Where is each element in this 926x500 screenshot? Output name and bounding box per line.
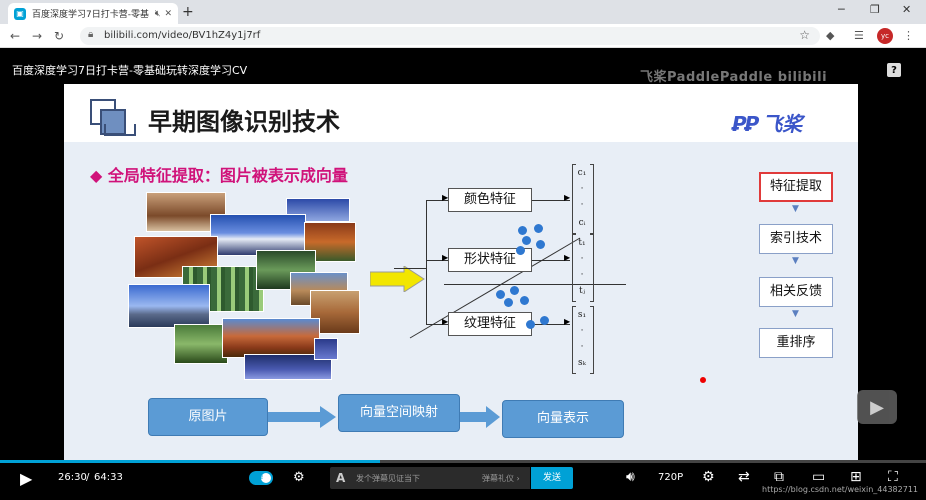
feature-dot xyxy=(518,226,527,235)
process-vector-space-mapping: 向量空间映射 xyxy=(338,394,460,432)
feature-box-color: 颜色特征 xyxy=(448,188,532,212)
feature-dot xyxy=(496,290,505,299)
minimize-icon[interactable]: ─ xyxy=(838,3,845,16)
time-current: 26:30 xyxy=(58,472,87,483)
time-separator: / xyxy=(86,472,90,483)
reload-icon[interactable]: ↻ xyxy=(54,29,64,43)
window-close-icon[interactable]: ✕ xyxy=(902,3,911,16)
process-original-image: 原图片 xyxy=(148,398,268,436)
arrow-head-icon: ▶ xyxy=(442,253,449,262)
reading-list-icon[interactable]: ☰ xyxy=(854,29,864,42)
maximize-icon[interactable]: ❐ xyxy=(870,3,880,16)
feature-box-texture: 纹理特征 xyxy=(448,312,532,336)
forward-icon[interactable]: → xyxy=(32,29,42,43)
laser-pointer-dot xyxy=(700,377,706,383)
arrow-head-icon: ▶ xyxy=(442,193,449,202)
csdn-watermark: https://blog.csdn.net/weixin_44382711 xyxy=(762,485,919,494)
feature-dot xyxy=(510,286,519,295)
help-icon[interactable]: ? xyxy=(887,63,901,77)
video-watermark: 飞桨PaddlePaddle bilibili xyxy=(640,70,828,85)
flow-step-reranking: 重排序 xyxy=(759,328,833,358)
new-tab-button[interactable]: + xyxy=(182,4,194,20)
slide-bullet: ◆ 全局特征提取：图片被表示成向量 xyxy=(90,166,348,185)
settings-gear-icon[interactable]: ⚙ xyxy=(702,469,715,485)
feature-dot xyxy=(522,236,531,245)
process-arrow-icon xyxy=(268,406,336,428)
vector-t-mid2: · xyxy=(580,270,584,280)
vector-t-mid: · xyxy=(580,254,584,264)
danmaku-settings-icon[interactable]: ⚙ xyxy=(293,470,305,485)
quality-selector[interactable]: 720P xyxy=(658,472,683,483)
feature-dot xyxy=(516,246,525,255)
lock-icon: 🔒︎ xyxy=(88,29,94,40)
bilibili-favicon-icon: ▣ xyxy=(14,7,26,20)
vector-s-mid2: · xyxy=(580,342,584,352)
bookmark-star-icon[interactable]: ☆ xyxy=(799,28,810,42)
player-controls: ▶ 26:30 / 64:33 弹 ⚙ 发个弹幕见证当下 A 弹幕礼仪 › 发送… xyxy=(0,463,926,500)
arrow-head-icon: ▶ xyxy=(442,317,449,326)
feature-dot xyxy=(536,240,545,249)
flow-step-relevance-feedback: 相关反馈 xyxy=(759,277,833,307)
tab-mute-icon[interactable]: 🔇︎ xyxy=(155,9,161,19)
tab-close-icon[interactable]: ✕ xyxy=(164,9,172,19)
vector-t-top: t₁ xyxy=(578,238,586,248)
slide-title: 早期图像识别技术 xyxy=(148,108,340,136)
feature-dot xyxy=(504,298,513,307)
slide-header: 早期图像识别技术 ꝐꝐ 飞桨 xyxy=(64,84,858,142)
url-text: bilibili.com/video/BV1hZ4y1j7rf xyxy=(104,30,261,41)
process-vector-representation: 向量表示 xyxy=(502,400,624,438)
feature-dot xyxy=(534,224,543,233)
flow-arrow-icon: ▼ xyxy=(792,309,799,319)
photo-night-sky xyxy=(314,338,338,360)
feature-dot xyxy=(520,296,529,305)
address-bar: ← → ↻ 🔒︎ bilibili.com/video/BV1hZ4y1j7rf… xyxy=(0,24,926,48)
browser-tab-bar: ▣ 百度深度学习7日打卡营-零基 🔇︎ ✕ + ─ ❐ ✕ xyxy=(0,0,926,24)
feature-dot xyxy=(526,320,535,329)
flow-step-indexing: 索引技术 xyxy=(759,224,833,254)
vector-s-mid: · xyxy=(580,326,584,336)
tab-title: 百度深度学习7日打卡营-零基 xyxy=(32,10,149,20)
send-danmaku-button[interactable]: 发送 xyxy=(531,467,573,489)
menu-icon[interactable]: ⋮ xyxy=(903,29,914,42)
loop-icon[interactable]: ⇄ xyxy=(738,469,750,485)
presentation-slide: 早期图像识别技术 ꝐꝐ 飞桨 ◆ 全局特征提取：图片被表示成向量 颜色特征 形状… xyxy=(64,84,858,460)
play-icon[interactable]: ▶ xyxy=(20,469,32,488)
vector-c-mid: · xyxy=(580,184,584,194)
vector-s-bottom: sₖ xyxy=(578,358,586,368)
video-title: 百度深度学习7日打卡营-零基础玩转深度学习CV xyxy=(12,64,248,77)
vector-s-top: s₁ xyxy=(577,310,587,320)
danmaku-style-icon[interactable]: A xyxy=(336,471,345,485)
flow-arrow-icon: ▼ xyxy=(792,204,799,214)
vector-c-mid2: · xyxy=(580,200,584,210)
paddle-logo: ꝐꝐ 飞桨 xyxy=(732,112,803,136)
feature-dot xyxy=(540,316,549,325)
volume-icon[interactable]: 🔊︎ xyxy=(626,469,635,485)
fullscreen-icon[interactable]: ⛶ xyxy=(888,469,898,485)
vector-t-bottom: tⱼ xyxy=(579,286,585,296)
extension-icon[interactable]: ◆ xyxy=(826,29,834,42)
danmaku-toggle-label: 弹 xyxy=(256,473,263,481)
web-fullscreen-icon[interactable]: ⊞ xyxy=(850,469,862,485)
pip-icon[interactable]: ⧉ xyxy=(774,469,784,485)
photo-blue-mountain xyxy=(128,284,210,328)
back-icon[interactable]: ← xyxy=(10,29,20,43)
time-total: 64:33 xyxy=(94,472,123,483)
url-field[interactable]: 🔒︎ bilibili.com/video/BV1hZ4y1j7rf ☆ xyxy=(80,27,820,45)
widescreen-icon[interactable]: ▭ xyxy=(812,469,825,485)
vector-c-bottom: cᵢ xyxy=(578,218,586,228)
side-play-icon[interactable]: ▶ xyxy=(857,390,897,424)
flow-step-feature-extraction: 特征提取 xyxy=(759,172,833,202)
flow-arrow-icon: ▼ xyxy=(792,256,799,266)
photo-meadow xyxy=(174,324,228,364)
process-arrow-icon xyxy=(460,406,500,428)
browser-tab[interactable]: ▣ 百度深度学习7日打卡营-零基 🔇︎ ✕ xyxy=(8,3,178,24)
profile-avatar[interactable]: yc xyxy=(877,28,893,44)
photo-autumn-valley xyxy=(222,318,320,358)
danmaku-etiquette-link[interactable]: 弹幕礼仪 › xyxy=(482,473,520,484)
vector-c-top: c₁ xyxy=(577,168,587,178)
title-decoration-icon xyxy=(104,124,136,136)
